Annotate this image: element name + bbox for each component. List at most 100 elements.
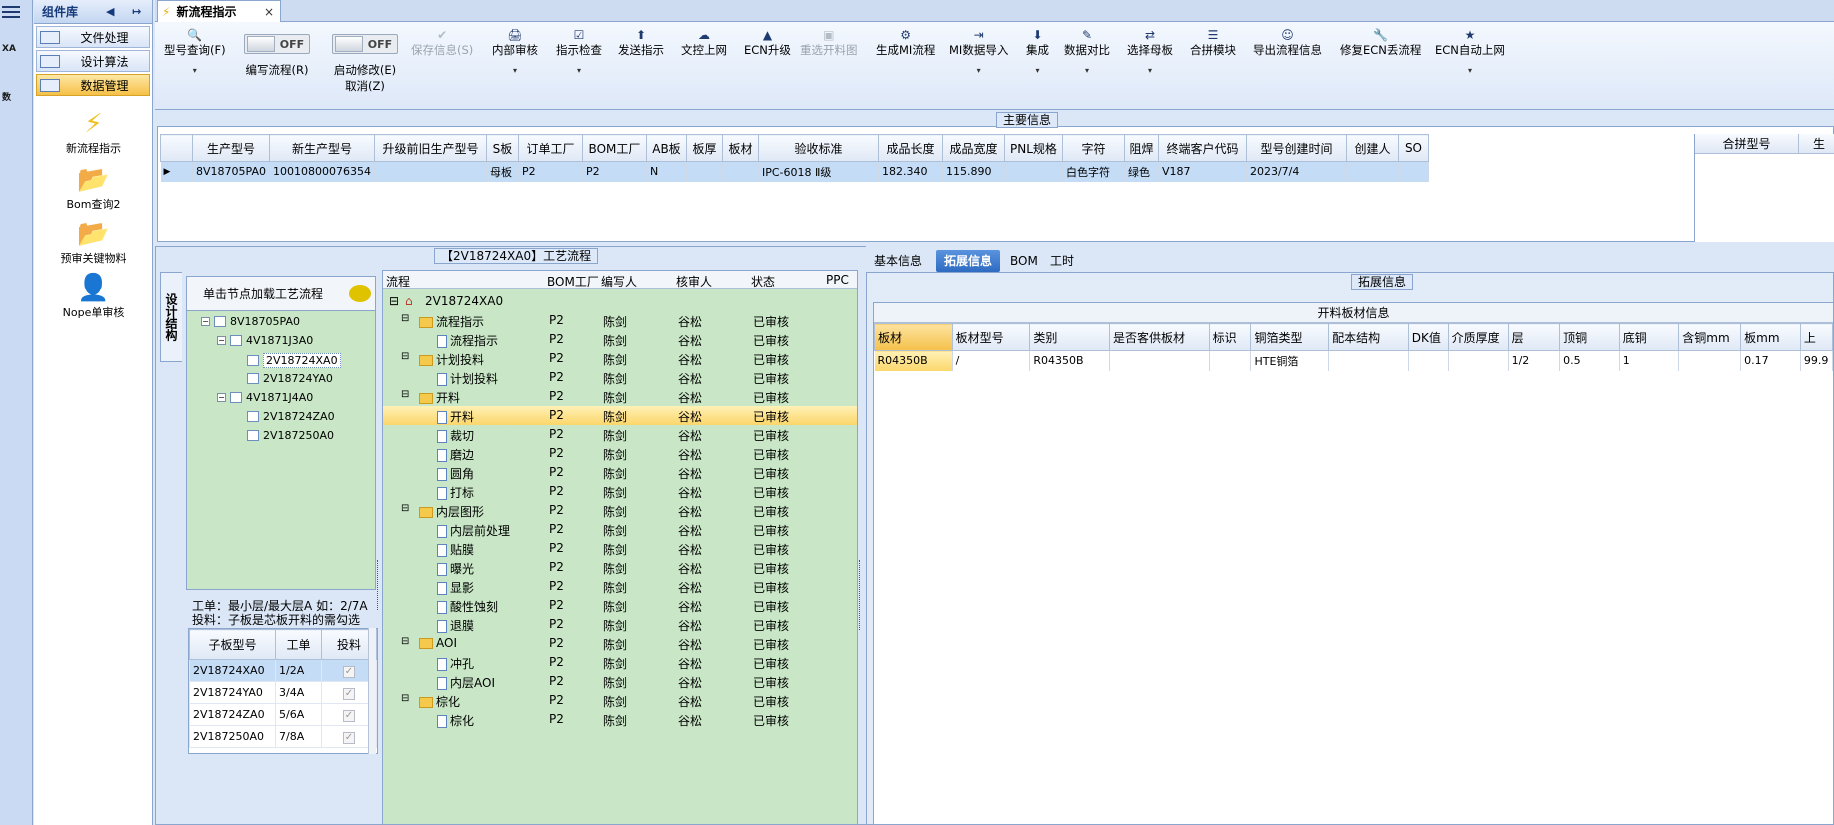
flow-step-row[interactable]: 打标 P2 陈剑 谷松 已审核 [383,482,857,501]
data-compare-button[interactable]: ✎ 数据对比 ▾ [1064,28,1110,75]
table-row[interactable]: 2V187250A0 7/8A ✓ [189,725,377,748]
col-header[interactable]: 顶铜 [1559,323,1620,351]
feed-checkbox[interactable]: ✓ [343,731,355,744]
select-mother-board-button[interactable]: ⇄ 选择母板 ▾ [1127,28,1173,75]
cancel-label[interactable]: 取消(Z) [327,78,403,94]
flow-step-row[interactable]: 流程指示 P2 陈剑 谷松 已审核 [383,330,857,349]
col-header[interactable]: 字符 [1061,134,1125,162]
col-header[interactable]: 创建人 [1345,134,1399,162]
col-header[interactable]: PPC [826,273,849,287]
dropdown-icon[interactable]: ▾ [164,66,226,75]
reselect-cut-button[interactable]: ▣ 重选开料图 [800,28,858,58]
feed-checkbox[interactable]: ✓ [343,665,355,678]
flow-group-row[interactable]: ⊟ 内层图形 P2 陈剑 谷松 已审核 [383,501,857,520]
tree-node[interactable]: 2V187250A0 [247,429,334,442]
col-header[interactable]: 板材 [874,323,953,351]
col-header[interactable]: 介质厚度 [1447,323,1509,351]
col-header[interactable]: S板 [485,134,519,162]
feed-checkbox[interactable]: ✓ [343,687,355,700]
flow-step-row[interactable]: 退膜 P2 陈剑 谷松 已审核 [383,615,857,634]
flow-step-row[interactable]: 圆角 P2 陈剑 谷松 已审核 [383,463,857,482]
flow-step-row[interactable]: 棕化 P2 陈剑 谷松 已审核 [383,710,857,729]
nav-design-algorithm[interactable]: 设计算法 [36,50,150,72]
col-header[interactable]: 含铜mm [1678,323,1742,351]
col-header[interactable]: 子板型号 [189,629,276,660]
flow-step-row[interactable]: 贴膜 P2 陈剑 谷松 已审核 [383,539,857,558]
table-row[interactable]: 2V18724ZA0 5/6A ✓ [189,703,377,726]
col-header[interactable]: 工单 [275,629,322,660]
flow-root[interactable]: ⊟ ⌂ 2V18724XA0 [383,292,857,311]
flow-step-row[interactable]: 显影 P2 陈剑 谷松 已审核 [383,577,857,596]
col-header[interactable]: 上 [1799,323,1834,351]
save-info-button[interactable]: ✔ 保存信息(S) [411,28,473,58]
col-header[interactable]: BOM工厂 [581,134,647,162]
integrate-button[interactable]: ⬇ 集成 ▾ [1026,28,1049,75]
col-header[interactable]: DK值 [1407,323,1449,351]
vtab-design-structure[interactable]: 设计结构 [160,272,182,362]
col-header[interactable]: 板mm [1740,323,1801,351]
col-header[interactable]: 是否客供板材 [1108,323,1210,351]
tab-extended-info[interactable]: 拓展信息 [936,250,1001,272]
collapse-icon[interactable]: − [217,393,226,402]
col-header[interactable]: 升级前旧生产型号 [373,134,487,162]
pin-icon[interactable]: ↦ [132,5,141,18]
flow-step-row[interactable]: 冲孔 P2 陈剑 谷松 已审核 [383,653,857,672]
close-icon[interactable]: × [264,5,274,19]
ecn-auto-online-button[interactable]: ★ ECN自动上网 ▾ [1435,28,1505,75]
tool-bom-query[interactable]: 📂 Bom查询2 [34,164,153,212]
col-header[interactable]: 成品长度 [877,134,943,162]
collapse-icon[interactable]: ⊟ [401,313,409,324]
send-instruction-button[interactable]: ⬆ 发送指示 [618,28,664,58]
col-header[interactable]: 验收标准 [757,134,879,162]
start-modify-toggle[interactable]: OFF [332,34,398,54]
col-header[interactable]: 成品宽度 [941,134,1005,162]
col-header[interactable]: 层 [1507,323,1561,351]
col-header[interactable]: 状态 [751,273,775,290]
tree-node[interactable]: 2V18724ZA0 [247,410,335,423]
collapse-icon[interactable]: ⊟ [401,693,409,704]
collapse-icon[interactable]: − [217,336,226,345]
flow-group-row[interactable]: ⊟ AOI P2 陈剑 谷松 已审核 [383,634,857,653]
col-header[interactable]: 生 [1799,134,1825,153]
menu-icon[interactable] [2,3,20,21]
merge-module-button[interactable]: ☰ 合拼模块 [1190,28,1236,58]
app-icon-data[interactable]: 数 [2,90,24,112]
flow-group-row[interactable]: ⊟ 流程指示 P2 陈剑 谷松 已审核 [383,311,857,330]
tool-nope-review[interactable]: 👤 Nope单审核 [34,272,153,320]
col-header[interactable]: SO [1397,134,1429,162]
col-header[interactable]: 型号创建时间 [1245,134,1347,162]
col-header[interactable]: AB板 [645,134,687,162]
col-header[interactable]: 板材型号 [951,323,1031,351]
flow-group-row[interactable]: ⊟ 棕化 P2 陈剑 谷松 已审核 [383,691,857,710]
tree-node[interactable]: −4V1871J3A0 [217,334,313,347]
mi-import-button[interactable]: ⇥ MI数据导入 ▾ [949,28,1008,75]
col-header[interactable]: 生产型号 [192,134,270,162]
internal-review-button[interactable]: 🖨 内部审核 ▾ [492,28,538,75]
tree-node[interactable]: 2V18724YA0 [247,372,333,385]
tab-new-process[interactable]: ⚡ 新流程指示 × [157,0,281,22]
col-header[interactable]: 板厚 [685,134,723,162]
splitter-handle[interactable] [377,560,381,610]
export-process-button[interactable]: ☺ 导出流程信息 [1253,28,1322,58]
tool-new-process[interactable]: ⚡ 新流程指示 [34,108,153,156]
dropdown-icon[interactable]: ▾ [1064,66,1110,75]
col-header[interactable]: 铜箔类型 [1250,323,1330,351]
fix-ecn-button[interactable]: 🔧 修复ECN丢流程 [1340,28,1421,58]
dropdown-icon[interactable]: ▾ [1026,66,1049,75]
flow-step-row[interactable]: 酸性蚀刻 P2 陈剑 谷松 已审核 [383,596,857,615]
tree-node-selected[interactable]: 2V18724XA0 [247,353,341,368]
write-process-toggle[interactable]: OFF [244,34,310,54]
dropdown-icon[interactable]: ▾ [949,66,1008,75]
collapse-icon[interactable]: ⊟ [389,294,399,308]
dropdown-icon[interactable]: ▾ [556,66,602,75]
col-header[interactable]: 流程 [386,273,410,290]
dropdown-icon[interactable]: ▾ [492,66,538,75]
tree-node[interactable]: −4V1871J4A0 [217,391,313,404]
col-header[interactable]: 终端客户代码 [1157,134,1247,162]
collapse-icon[interactable]: − [201,317,210,326]
flow-step-row[interactable]: 计划投料 P2 陈剑 谷松 已审核 [383,368,857,387]
dropdown-icon[interactable]: ▾ [1127,66,1173,75]
collapse-icon[interactable]: ⊟ [401,389,409,400]
collapse-icon[interactable]: ⊟ [401,503,409,514]
col-header[interactable]: 配本结构 [1328,323,1409,351]
